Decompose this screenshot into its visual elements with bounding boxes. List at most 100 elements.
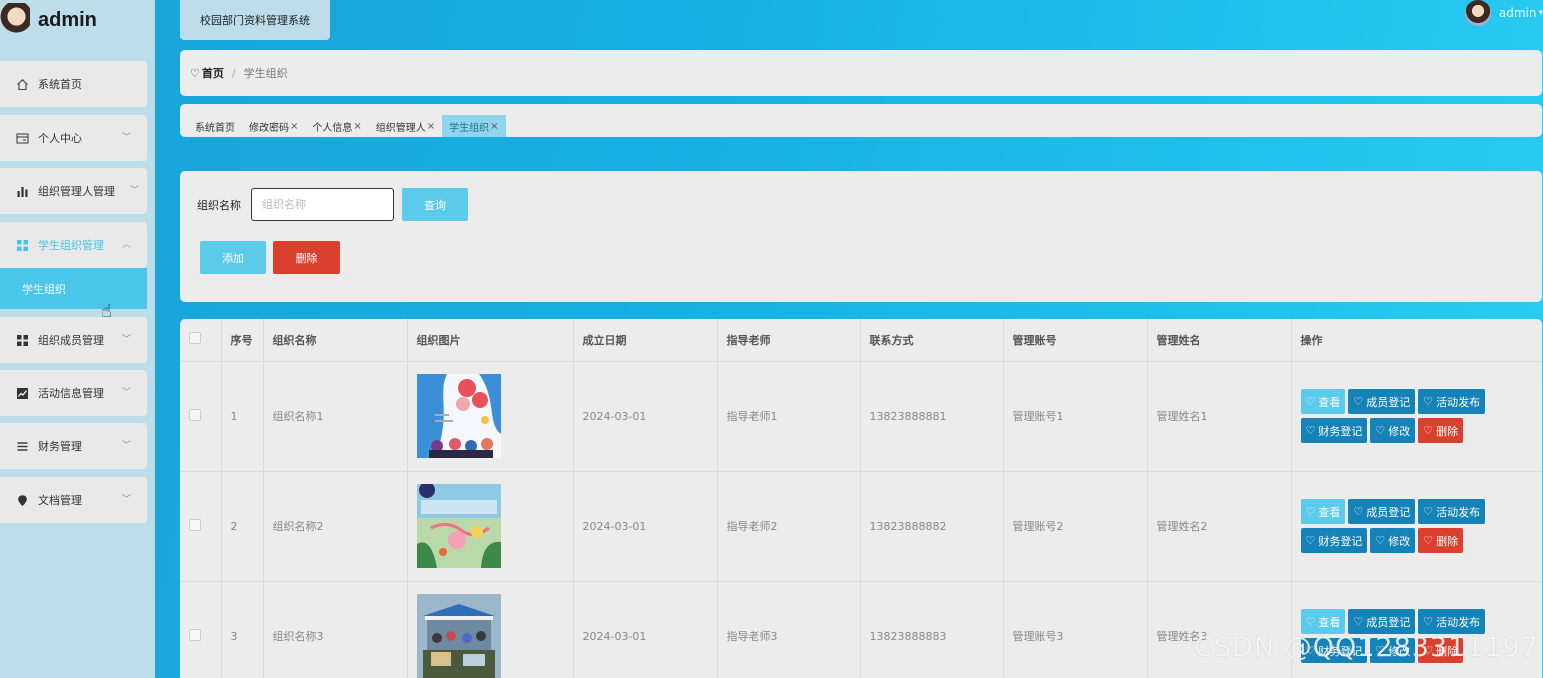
row-checkbox[interactable] bbox=[189, 408, 201, 421]
heart-icon: ♡ bbox=[1423, 505, 1434, 518]
table-row: 1 组织名称1 2024-03-01 指导老师1 13823888881 管理账… bbox=[180, 361, 1542, 472]
delete-button[interactable]: ♡ 删除 bbox=[1418, 638, 1464, 663]
finance-register-button[interactable]: ♡ 财务登记 bbox=[1300, 638, 1368, 663]
table-header-row: 序号 组织名称 组织图片 成立日期 指导老师 联系方式 管理账号 管理姓名 操作 bbox=[180, 319, 1542, 362]
heart-icon: ♡ bbox=[1375, 534, 1386, 547]
tags-view: 系统首页 修改密码 × 个人信息 × 组织管理人 × 学生组织 × bbox=[180, 104, 1542, 137]
sidebar-subitem-student-org[interactable]: 学生组织 bbox=[0, 268, 147, 309]
breadcrumb-home[interactable]: ♡ 首页 bbox=[190, 65, 224, 81]
cell-org-name: 组织名称3 bbox=[263, 581, 408, 678]
org-image-dance-club-poster[interactable] bbox=[416, 484, 501, 568]
org-image-recruitment-poster[interactable] bbox=[416, 374, 501, 458]
member-register-button[interactable]: ♡ 成员登记 bbox=[1348, 499, 1416, 524]
heart-icon: ♡ bbox=[1375, 644, 1386, 657]
heart-icon: ♡ bbox=[1305, 395, 1316, 408]
chevron-down-icon: ▾ bbox=[1538, 8, 1543, 18]
tag-home[interactable]: 系统首页 bbox=[188, 115, 242, 137]
cell-account: 管理账号3 bbox=[1003, 581, 1148, 678]
heart-icon: ♡ bbox=[1423, 615, 1434, 628]
sidebar-item-home[interactable]: 系统首页 bbox=[0, 61, 147, 107]
cell-index: 1 bbox=[221, 361, 264, 472]
cell-index: 3 bbox=[221, 581, 264, 678]
heart-icon: ♡ bbox=[1305, 615, 1316, 628]
heart-icon: ♡ bbox=[1353, 615, 1364, 628]
row-checkbox[interactable] bbox=[189, 628, 201, 641]
close-icon[interactable]: × bbox=[290, 121, 298, 132]
batch-delete-button[interactable]: 删除 bbox=[273, 241, 340, 274]
sidebar-item-label: 组织成员管理 bbox=[38, 334, 104, 347]
panel-icon bbox=[14, 130, 30, 146]
cell-teacher: 指导老师2 bbox=[717, 471, 861, 582]
tag-change-password[interactable]: 修改密码 × bbox=[242, 115, 305, 137]
column-header: 管理账号 bbox=[1003, 319, 1148, 362]
close-icon[interactable]: × bbox=[353, 121, 361, 132]
edit-button[interactable]: ♡ 修改 bbox=[1370, 528, 1416, 553]
activity-publish-button[interactable]: ♡ 活动发布 bbox=[1418, 389, 1486, 414]
row-checkbox[interactable] bbox=[189, 518, 201, 531]
view-button[interactable]: ♡ 查看 bbox=[1300, 389, 1346, 414]
heart-icon: ♡ bbox=[1353, 395, 1364, 408]
tag-personal-info[interactable]: 个人信息 × bbox=[305, 115, 368, 137]
location-icon bbox=[14, 492, 30, 508]
heart-icon: ♡ bbox=[1305, 424, 1316, 437]
sidebar-item-label: 组织管理人管理 bbox=[38, 185, 115, 198]
heart-icon: ♡ bbox=[1423, 534, 1434, 547]
sidebar-item-label: 活动信息管理 bbox=[38, 387, 104, 400]
column-header: 组织名称 bbox=[263, 319, 408, 362]
org-image-campus-booth-photo[interactable] bbox=[416, 594, 501, 678]
delete-button[interactable]: ♡ 删除 bbox=[1418, 418, 1464, 443]
delete-button[interactable]: ♡ 删除 bbox=[1418, 528, 1464, 553]
activity-publish-button[interactable]: ♡ 活动发布 bbox=[1418, 499, 1486, 524]
search-label: 组织名称 bbox=[197, 199, 241, 212]
finance-register-button[interactable]: ♡ 财务登记 bbox=[1300, 528, 1368, 553]
column-header: 成立日期 bbox=[573, 319, 718, 362]
table-row: 3 组织名称3 2024-03-01 指导老师3 13823888883 管理账… bbox=[180, 581, 1542, 678]
heart-icon: ♡ bbox=[1305, 505, 1316, 518]
user-menu[interactable]: admin ▾ bbox=[1464, 0, 1543, 26]
select-all-checkbox[interactable] bbox=[189, 332, 201, 345]
breadcrumb-home-label: 首页 bbox=[201, 67, 224, 80]
column-header: 序号 bbox=[221, 319, 264, 362]
chevron-down-icon: ﹀ bbox=[121, 441, 131, 451]
sidebar-item-activity-info[interactable]: 活动信息管理 ﹀ bbox=[0, 370, 147, 416]
table-row: 2 组织名称2 2024-03-01 指导老师2 13823888882 管理账… bbox=[180, 471, 1542, 582]
line-chart-icon bbox=[14, 385, 30, 401]
finance-register-button[interactable]: ♡ 财务登记 bbox=[1300, 418, 1368, 443]
heart-icon: ♡ bbox=[1423, 424, 1434, 437]
sidebar-item-label: 系统首页 bbox=[38, 78, 82, 91]
sidebar-item-finance[interactable]: 财务管理 ﹀ bbox=[0, 423, 147, 469]
cell-phone: 13823888881 bbox=[860, 361, 1004, 472]
edit-button[interactable]: ♡ 修改 bbox=[1370, 638, 1416, 663]
sidebar-item-org-members[interactable]: 组织成员管理 ﹀ bbox=[0, 317, 147, 363]
org-name-search-input[interactable] bbox=[251, 188, 394, 221]
tag-student-org[interactable]: 学生组织 × bbox=[442, 115, 506, 137]
tag-org-manager[interactable]: 组织管理人 × bbox=[369, 115, 442, 137]
add-button[interactable]: 添加 bbox=[200, 241, 266, 274]
member-register-button[interactable]: ♡ 成员登记 bbox=[1348, 389, 1416, 414]
org-table: 序号 组织名称 组织图片 成立日期 指导老师 联系方式 管理账号 管理姓名 操作… bbox=[180, 319, 1542, 678]
query-button[interactable]: 查询 bbox=[402, 188, 468, 221]
close-icon[interactable]: × bbox=[427, 121, 435, 132]
bar-chart-icon bbox=[14, 183, 30, 199]
tag-label: 组织管理人 bbox=[375, 122, 426, 134]
cell-index: 2 bbox=[221, 471, 264, 582]
select-all-header[interactable] bbox=[180, 319, 222, 362]
cell-org-name: 组织名称1 bbox=[263, 361, 408, 472]
sidebar-item-documents[interactable]: 文档管理 ﹀ bbox=[0, 477, 147, 523]
sidebar-item-student-org-management[interactable]: 学生组织管理 ︿ bbox=[0, 222, 147, 268]
sidebar-item-org-managers[interactable]: 组织管理人管理 ﹀ bbox=[0, 168, 147, 214]
heart-icon: ♡ bbox=[1305, 644, 1316, 657]
member-register-button[interactable]: ♡ 成员登记 bbox=[1348, 609, 1416, 634]
edit-button[interactable]: ♡ 修改 bbox=[1370, 418, 1416, 443]
cell-founding-date: 2024-03-01 bbox=[573, 361, 718, 472]
sidebar-subitem-label: 学生组织 bbox=[22, 282, 66, 296]
view-button[interactable]: ♡ 查看 bbox=[1300, 499, 1346, 524]
close-icon[interactable]: × bbox=[490, 121, 498, 132]
breadcrumb-separator: / bbox=[231, 66, 236, 80]
activity-publish-button[interactable]: ♡ 活动发布 bbox=[1418, 609, 1486, 634]
column-header: 管理姓名 bbox=[1147, 319, 1292, 362]
sidebar-item-personal-center[interactable]: 个人中心 ﹀ bbox=[0, 115, 147, 161]
view-button[interactable]: ♡ 查看 bbox=[1300, 609, 1346, 634]
brand-avatar bbox=[0, 3, 30, 37]
cell-account: 管理账号2 bbox=[1003, 471, 1148, 582]
